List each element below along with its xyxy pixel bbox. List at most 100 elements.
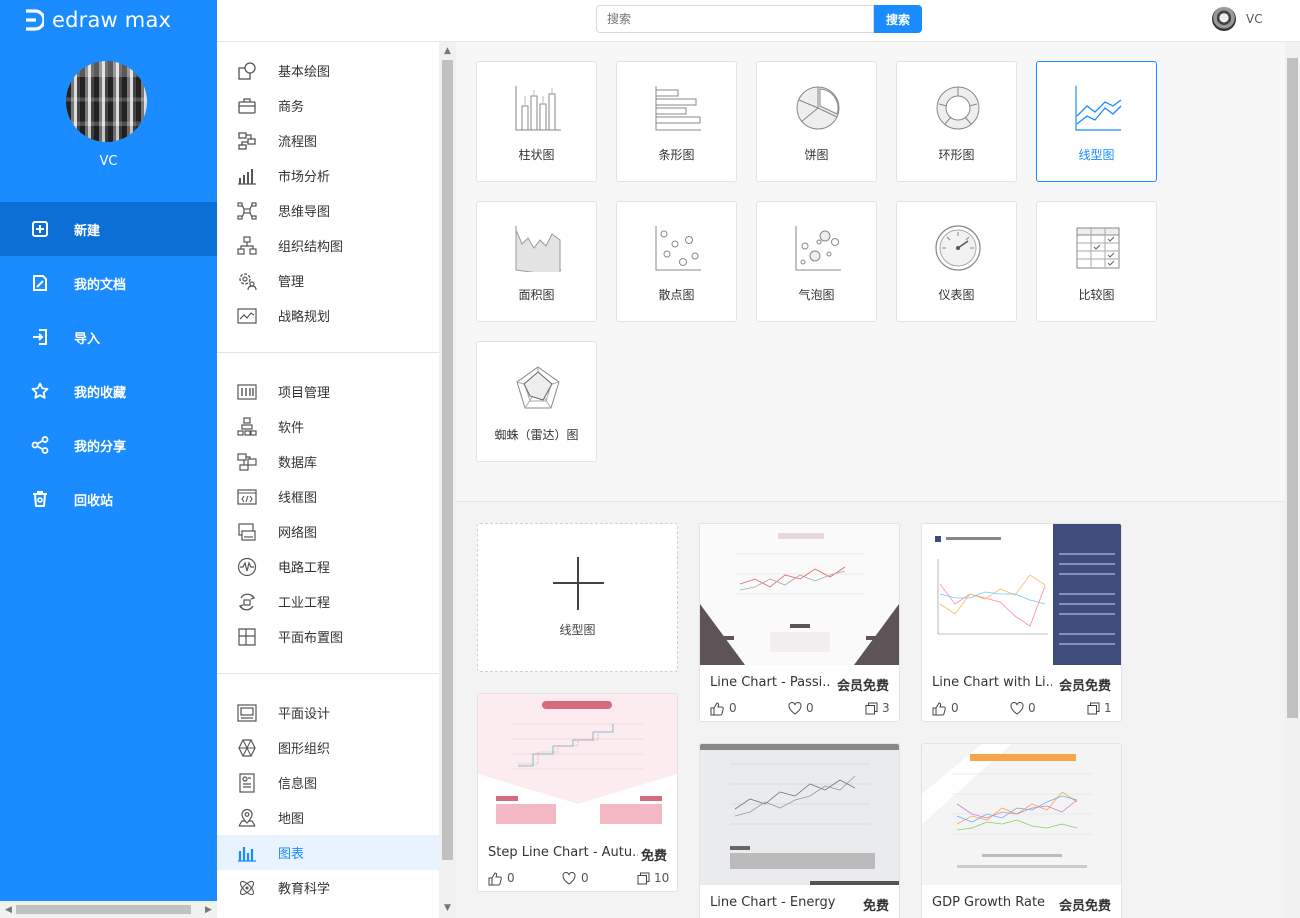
favorite-count: 0 — [806, 701, 814, 715]
thumb-up-icon[interactable] — [488, 872, 502, 886]
user-avatar[interactable] — [66, 61, 147, 142]
chart-type-radar[interactable]: 蜘蛛（雷达）图 — [476, 341, 597, 462]
template-card[interactable]: Line Chart - Passi... 会员免费 0 0 3 — [699, 523, 900, 722]
chart-type-label: 蜘蛛（雷达）图 — [494, 428, 579, 442]
chart-type-gauge[interactable]: 仪表图 — [896, 201, 1017, 322]
copy-count: 1 — [1104, 701, 1112, 715]
copy-icon[interactable] — [865, 702, 878, 715]
scroll-down-icon[interactable]: ▼ — [439, 900, 456, 916]
chart-type-bar[interactable]: 条形图 — [616, 61, 737, 182]
main-scrollbar[interactable] — [1285, 42, 1300, 918]
category-charts[interactable]: 图表 — [217, 835, 439, 870]
template-card[interactable]: Step Line Chart - Autu... 免费 0 0 10 — [477, 693, 678, 892]
thumb-up-icon[interactable] — [710, 702, 724, 716]
category-label: 电路工程 — [278, 561, 331, 576]
category-strategy[interactable]: 战略规划 — [217, 298, 439, 333]
like-count: 0 — [729, 701, 737, 715]
heart-icon[interactable] — [788, 702, 802, 715]
chart-type-line[interactable]: 线型图 — [1036, 61, 1157, 182]
chart-type-bubble[interactable]: 气泡图 — [756, 201, 877, 322]
category-management[interactable]: 管理 — [217, 263, 439, 298]
category-basic-drawing[interactable]: 基本绘图 — [217, 53, 439, 88]
new-blank-template[interactable]: 线型图 — [477, 523, 678, 672]
category-floor-plan[interactable]: 平面布置图 — [217, 619, 439, 654]
top-avatar[interactable] — [1212, 7, 1236, 31]
category-divider — [217, 673, 439, 674]
copy-icon[interactable] — [637, 872, 650, 885]
category-industrial[interactable]: 工业工程 — [217, 584, 439, 619]
chart-type-scatter[interactable]: 散点图 — [616, 201, 737, 322]
scroll-right-icon[interactable]: ▶ — [200, 902, 217, 918]
nav-import[interactable]: 导入 — [0, 310, 217, 364]
category-org-chart[interactable]: 组织结构图 — [217, 228, 439, 263]
copy-icon[interactable] — [1087, 702, 1100, 715]
template-card[interactable]: Line Chart - Energy 免费 — [699, 743, 900, 918]
category-flowchart[interactable]: 流程图 — [217, 123, 439, 158]
search-button[interactable]: 搜索 — [874, 5, 922, 33]
template-card[interactable]: Line Chart with Li... 会员免费 0 0 1 — [921, 523, 1122, 722]
user-name: VC — [99, 154, 118, 169]
nav-shares[interactable]: 我的分享 — [0, 418, 217, 472]
mindmap-icon — [237, 201, 257, 220]
sidebar-horizontal-scrollbar[interactable]: ◀ ▶ — [0, 901, 217, 918]
chart-type-comparison[interactable]: 比较图 — [1036, 201, 1157, 322]
chart-type-label: 条形图 — [658, 148, 695, 162]
bubble-chart-icon — [795, 226, 841, 271]
chart-type-area[interactable]: 面积图 — [476, 201, 597, 322]
chart-type-pie[interactable]: 饼图 — [756, 61, 877, 182]
app-logo[interactable]: edraw max — [22, 6, 171, 34]
category-software[interactable]: 软件 — [217, 409, 439, 444]
scrollbar-thumb[interactable] — [1287, 58, 1298, 718]
like-count: 0 — [507, 871, 515, 885]
category-education-science[interactable]: 教育科学 — [217, 870, 439, 905]
chart-type-label: 柱状图 — [518, 148, 555, 162]
nav-trash[interactable]: 回收站 — [0, 472, 217, 526]
category-network[interactable]: 网络图 — [217, 514, 439, 549]
category-label: 平面设计 — [278, 707, 331, 722]
category-infographic[interactable]: 信息图 — [217, 765, 439, 800]
category-wireframe[interactable]: 线框图 — [217, 479, 439, 514]
category-graphic-organizer[interactable]: 图形组织 — [217, 730, 439, 765]
category-scrollbar[interactable]: ▲ ▼ — [439, 42, 456, 918]
nav-new[interactable]: 新建 — [0, 202, 217, 256]
category-graphic-design[interactable]: 平面设计 — [217, 695, 439, 730]
nav-label: 我的文档 — [74, 277, 127, 293]
gear-user-icon — [239, 272, 257, 290]
strategy-icon — [237, 307, 257, 324]
category-market-analysis[interactable]: 市场分析 — [217, 158, 439, 193]
nav-label: 新建 — [74, 223, 101, 239]
category-database[interactable]: 数据库 — [217, 444, 439, 479]
category-circuit[interactable]: 电路工程 — [217, 549, 439, 584]
nav-favorites[interactable]: 我的收藏 — [0, 364, 217, 418]
chart-type-column[interactable]: 柱状图 — [476, 61, 597, 182]
heart-icon[interactable] — [562, 872, 576, 885]
template-thumbnail — [700, 524, 899, 665]
scroll-left-icon[interactable]: ◀ — [0, 902, 17, 918]
scrollbar-thumb[interactable] — [16, 905, 191, 914]
top-bar: 搜索 VC — [217, 0, 1300, 42]
line-chart-icon — [1075, 86, 1122, 131]
briefcase-icon — [238, 97, 256, 114]
chart-type-label: 线型图 — [1078, 148, 1115, 162]
thumb-up-icon[interactable] — [932, 702, 946, 716]
graphic-design-icon — [237, 703, 257, 722]
nav-my-documents[interactable]: 我的文档 — [0, 256, 217, 310]
category-business[interactable]: 商务 — [217, 88, 439, 123]
category-label: 线框图 — [278, 491, 318, 506]
category-label: 流程图 — [278, 135, 318, 150]
template-card[interactable]: GDP Growth Rate 会员免费 — [921, 743, 1122, 918]
heart-icon[interactable] — [1010, 702, 1024, 715]
search-input[interactable] — [596, 5, 874, 33]
category-label: 管理 — [278, 275, 305, 290]
category-map[interactable]: 地图 — [217, 800, 439, 835]
scroll-up-icon[interactable]: ▲ — [439, 43, 456, 59]
top-user-name[interactable]: VC — [1246, 12, 1263, 26]
category-mind-map[interactable]: 思维导图 — [217, 193, 439, 228]
scrollbar-thumb[interactable] — [442, 60, 453, 860]
category-project-management[interactable]: 项目管理 — [217, 374, 439, 409]
copy-count: 3 — [882, 701, 890, 715]
comparison-chart-icon — [1076, 227, 1120, 269]
template-price: 免费 — [640, 849, 667, 864]
chart-type-donut[interactable]: 环形图 — [896, 61, 1017, 182]
category-label: 教育科学 — [278, 882, 331, 897]
